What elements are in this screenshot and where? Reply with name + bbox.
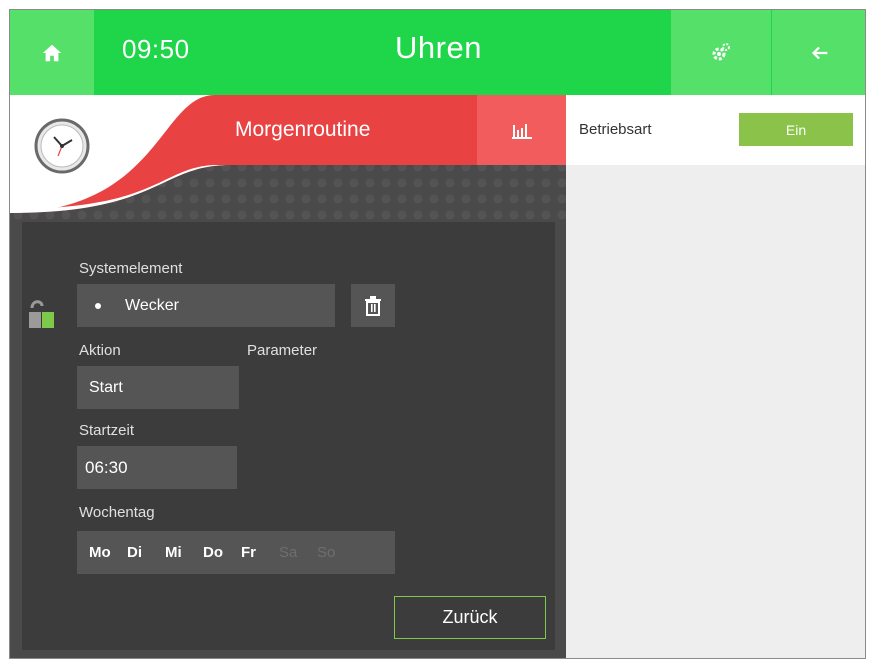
weekday-so[interactable]: So (317, 544, 355, 561)
start-time-field[interactable]: 06:30 (77, 446, 237, 489)
weekday-selector: Mo Di Mi Do Fr Sa So (77, 531, 395, 574)
system-element-label: Systemelement (79, 260, 183, 277)
action-label: Aktion (79, 342, 121, 359)
routine-title: Morgenroutine (235, 118, 371, 141)
weekday-mo[interactable]: Mo (89, 544, 127, 561)
statistics-button[interactable] (477, 95, 566, 165)
weekday-sa[interactable]: Sa (279, 544, 317, 561)
operating-mode-label: Betriebsart (579, 121, 652, 138)
action-field[interactable]: Start (77, 366, 239, 409)
system-element-field[interactable]: Wecker (77, 284, 335, 327)
lock-open-icon (29, 300, 54, 328)
app-window: 09:50 Uhren Morgenroutine Systemelement … (9, 9, 866, 659)
top-bar: 09:50 Uhren (10, 10, 865, 95)
weekday-fr[interactable]: Fr (241, 544, 279, 561)
settings-gear-icon (712, 42, 730, 60)
weekday-di[interactable]: Di (127, 544, 165, 561)
bullet-icon (95, 302, 101, 309)
mode-panel: Betriebsart Ein (566, 95, 865, 658)
arrow-left-icon (811, 46, 827, 59)
weekday-label: Wochentag (79, 504, 155, 521)
delete-button[interactable] (351, 284, 395, 327)
system-element-value: Wecker (125, 296, 179, 314)
bar-chart-icon (511, 124, 532, 139)
parameter-label: Parameter (247, 342, 318, 359)
start-time-label: Startzeit (79, 422, 135, 439)
operating-mode-row: Betriebsart Ein (566, 95, 865, 165)
back-button[interactable]: Zurück (394, 596, 546, 639)
routine-card: Systemelement Wecker Aktion Parameter St… (22, 222, 555, 650)
back-arrow-button[interactable] (772, 10, 865, 95)
weekday-mi[interactable]: Mi (165, 544, 203, 561)
routine-panel: Morgenroutine Systemelement Wecker Aktio… (10, 95, 566, 658)
clock-icon (34, 118, 90, 174)
weekday-do[interactable]: Do (203, 544, 241, 561)
settings-button[interactable] (671, 10, 771, 95)
trash-icon (365, 295, 381, 316)
operating-mode-toggle[interactable]: Ein (739, 113, 853, 146)
